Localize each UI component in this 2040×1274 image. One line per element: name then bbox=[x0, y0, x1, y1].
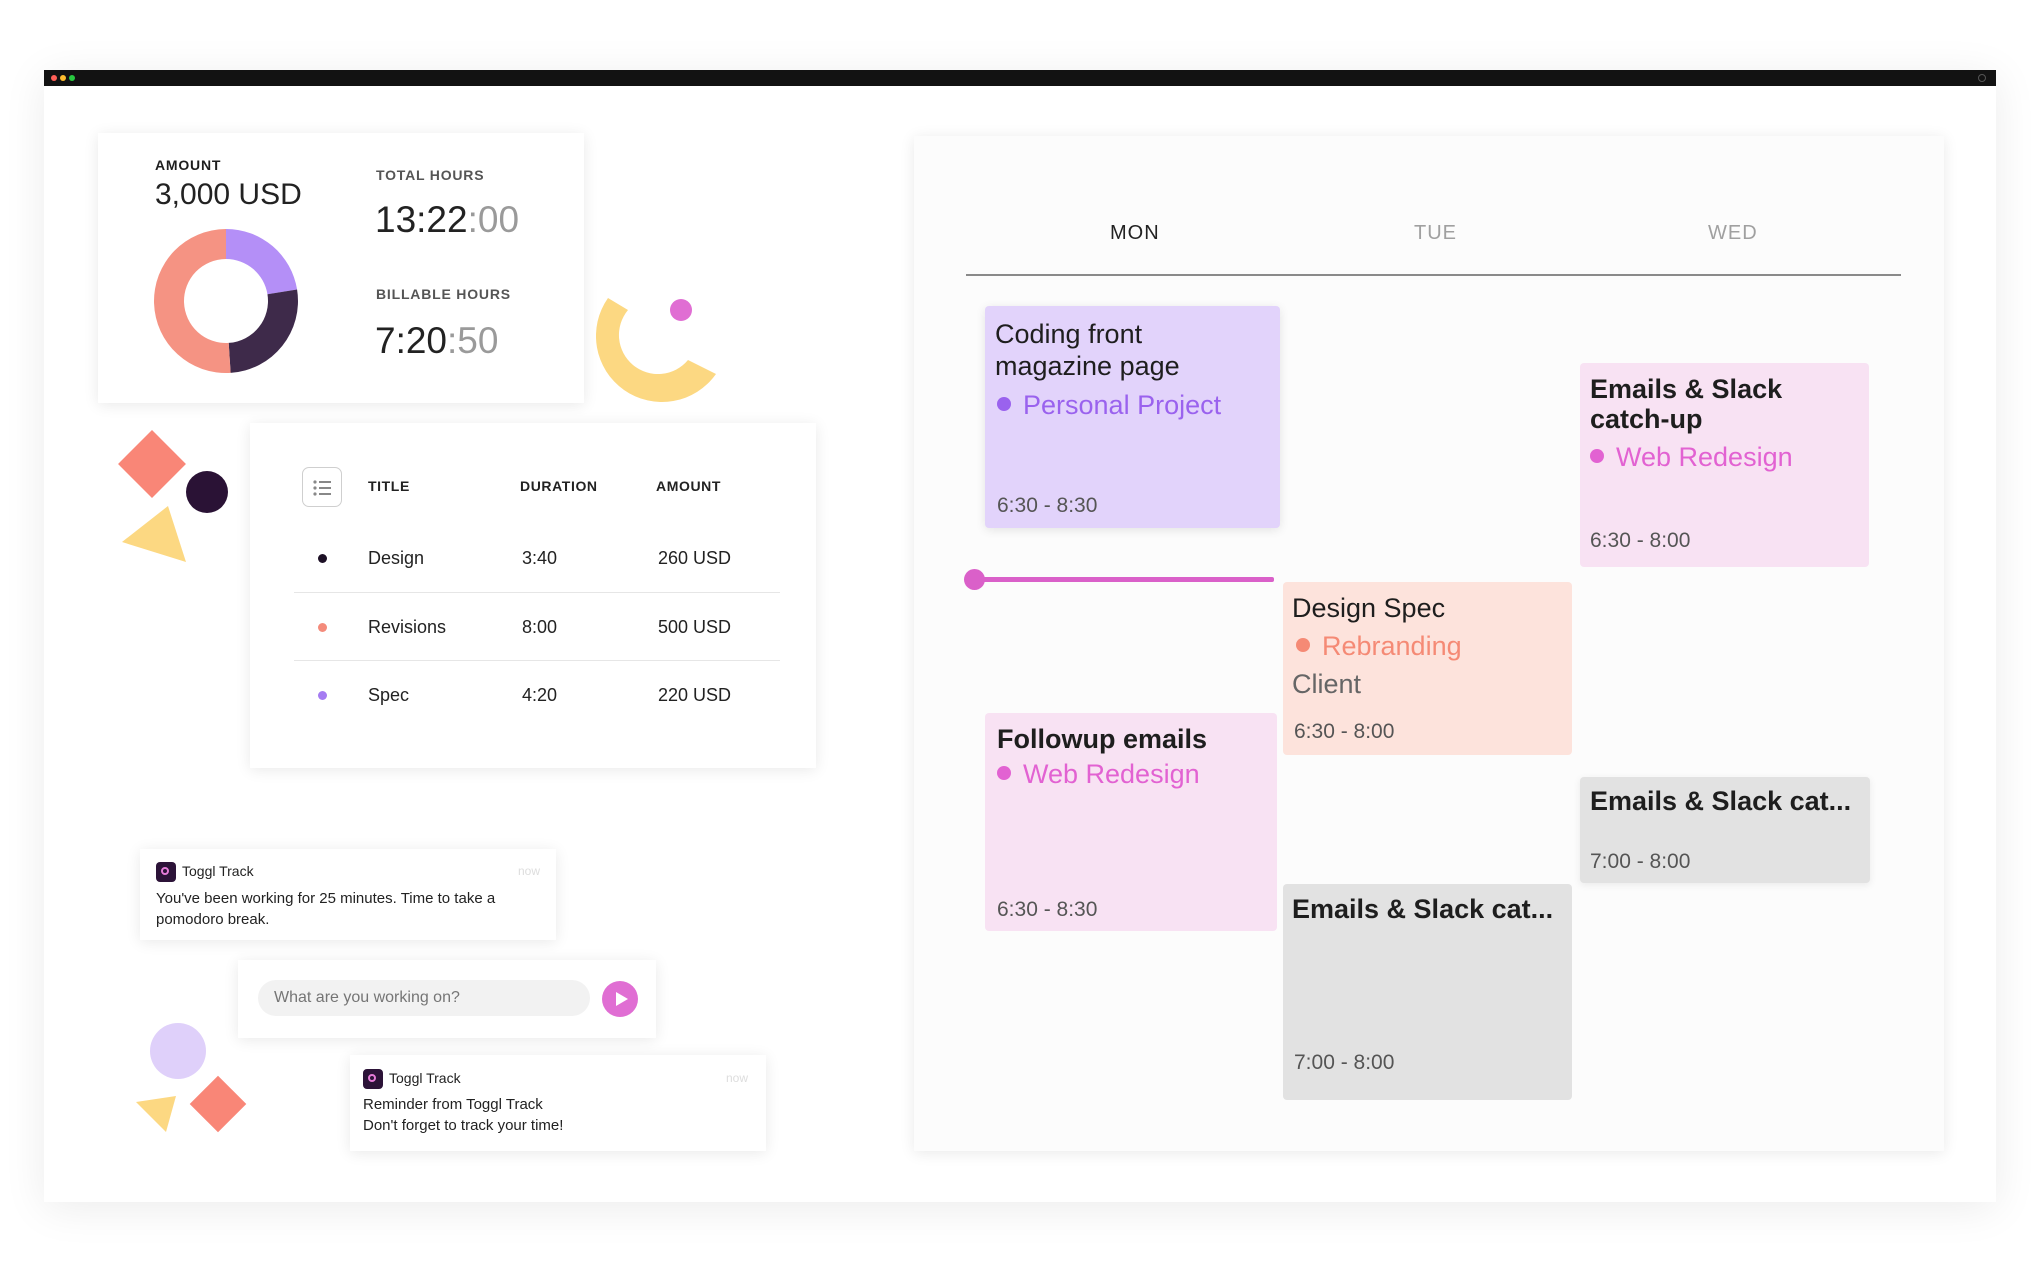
project-color-dot bbox=[997, 766, 1011, 780]
event-title: Emails & Slack cat... bbox=[1590, 785, 1851, 817]
row-duration: 4:20 bbox=[522, 685, 558, 705]
donut-slice-spec bbox=[226, 229, 298, 295]
current-time-handle[interactable] bbox=[964, 569, 985, 590]
notification-line: Reminder from Toggl Track bbox=[363, 1096, 543, 1113]
day-header-tue[interactable]: TUE bbox=[1414, 222, 1457, 245]
event-time: 6:30 - 8:00 bbox=[1590, 529, 1691, 552]
total-hours-value: 13:22:00 bbox=[375, 199, 519, 241]
total-hours-seconds: :00 bbox=[467, 199, 520, 240]
event-project-name: Web Redesign bbox=[1616, 442, 1793, 472]
event-project: Web Redesign bbox=[1590, 442, 1793, 473]
row-color-dot bbox=[318, 554, 327, 563]
event-project-name: Personal Project bbox=[1023, 390, 1222, 420]
donut-slice-design bbox=[228, 289, 298, 373]
day-header-divider bbox=[966, 274, 1901, 276]
day-header-mon[interactable]: MON bbox=[1110, 222, 1160, 245]
current-time-indicator bbox=[982, 577, 1274, 582]
col-header-title[interactable]: TITLE bbox=[368, 478, 410, 494]
billable-hours-main: 7:20 bbox=[375, 320, 448, 361]
event-title-line: Design Spec bbox=[1292, 593, 1446, 623]
window-titlebar bbox=[44, 70, 1996, 86]
toggl-app-icon bbox=[363, 1069, 383, 1089]
amount-label: AMOUNT bbox=[155, 157, 222, 173]
billable-hours-seconds: :50 bbox=[447, 320, 499, 361]
event-project: Personal Project bbox=[997, 390, 1221, 421]
event-title-line: Followup emails bbox=[997, 724, 1208, 754]
event-project-name: Rebranding bbox=[1322, 631, 1462, 661]
donut-slice-revisions bbox=[153, 229, 231, 373]
event-time: 6:30 - 8:30 bbox=[997, 494, 1098, 517]
event-title: Emails & Slack cat... bbox=[1292, 893, 1553, 925]
event-title-line: Emails & Slack bbox=[1590, 374, 1783, 404]
window-menu-icon[interactable] bbox=[1978, 74, 1986, 82]
event-time: 6:30 - 8:30 bbox=[997, 898, 1098, 921]
project-color-dot bbox=[1296, 638, 1310, 652]
event-title-line: Coding front bbox=[995, 319, 1143, 349]
notification-line: pomodoro break. bbox=[156, 911, 270, 928]
col-header-duration[interactable]: DURATION bbox=[520, 478, 598, 494]
notification-time: now bbox=[726, 1071, 749, 1085]
event-title: Design Spec bbox=[1292, 592, 1445, 624]
amount-donut-chart bbox=[153, 229, 298, 373]
decor-pink-dot bbox=[670, 299, 692, 321]
close-window-dot[interactable] bbox=[51, 75, 57, 81]
event-project: Web Redesign bbox=[997, 759, 1200, 790]
row-title: Design bbox=[368, 548, 425, 568]
decor-dark-circle bbox=[186, 471, 228, 513]
notification-line: You've been working for 25 minutes. Time… bbox=[156, 890, 496, 907]
decor-yellow-triangle bbox=[122, 506, 186, 562]
play-icon bbox=[616, 992, 628, 1006]
event-time: 7:00 - 8:00 bbox=[1590, 850, 1691, 873]
event-time: 7:00 - 8:00 bbox=[1294, 1051, 1395, 1074]
day-header-wed[interactable]: WED bbox=[1708, 222, 1758, 245]
row-title: Spec bbox=[368, 685, 410, 705]
event-project-name: Web Redesign bbox=[1023, 759, 1200, 789]
notification-app-name: Toggl Track bbox=[182, 863, 254, 879]
row-amount: 220 USD bbox=[658, 685, 732, 705]
event-title: Emails & Slack catch-up bbox=[1590, 374, 1782, 434]
event-title: Coding front magazine page bbox=[995, 318, 1180, 382]
event-title-line: catch-up bbox=[1590, 404, 1703, 434]
notification-message: You've been working for 25 minutes. Time… bbox=[156, 888, 495, 930]
event-client: Client bbox=[1292, 669, 1362, 699]
total-hours-label: TOTAL HOURS bbox=[376, 167, 485, 183]
notification-line: Don't forget to track your time! bbox=[363, 1117, 564, 1134]
minimize-window-dot[interactable] bbox=[60, 75, 66, 81]
decor-crescent bbox=[596, 298, 716, 402]
decor-yellow-triangle-small bbox=[136, 1096, 176, 1132]
row-color-dot bbox=[318, 691, 327, 700]
toggl-app-icon bbox=[156, 862, 176, 882]
billable-hours-label: BILLABLE HOURS bbox=[376, 286, 511, 302]
notification-time: now bbox=[518, 864, 541, 878]
decor-lavender-circle bbox=[150, 1023, 206, 1079]
event-title-line: Emails & Slack cat... bbox=[1590, 786, 1852, 816]
event-project: Rebranding bbox=[1296, 631, 1462, 662]
notification-message: Reminder from Toggl Track Don't forget t… bbox=[363, 1094, 563, 1136]
row-divider bbox=[294, 660, 780, 661]
event-time: 6:30 - 8:00 bbox=[1294, 720, 1395, 743]
row-divider bbox=[294, 592, 780, 593]
total-hours-main: 13:22 bbox=[375, 199, 468, 240]
amount-value: 3,000 USD bbox=[155, 178, 302, 211]
billable-hours-value: 7:20:50 bbox=[375, 320, 498, 362]
row-title: Revisions bbox=[368, 617, 447, 637]
maximize-window-dot[interactable] bbox=[69, 75, 75, 81]
event-title: Followup emails bbox=[997, 723, 1207, 755]
project-color-dot bbox=[1590, 449, 1604, 463]
row-color-dot bbox=[318, 623, 327, 632]
list-icon[interactable] bbox=[302, 467, 342, 507]
project-color-dot bbox=[997, 397, 1011, 411]
row-amount: 500 USD bbox=[658, 617, 732, 637]
timer-description-input[interactable] bbox=[258, 980, 590, 1016]
row-duration: 3:40 bbox=[522, 548, 558, 568]
col-header-amount[interactable]: AMOUNT bbox=[656, 478, 721, 494]
start-timer-button[interactable] bbox=[602, 981, 638, 1017]
row-amount: 260 USD bbox=[658, 548, 732, 568]
notification-app-name: Toggl Track bbox=[389, 1070, 461, 1086]
event-title-line: magazine page bbox=[995, 351, 1180, 381]
row-duration: 8:00 bbox=[522, 617, 558, 637]
event-title-line: Emails & Slack cat... bbox=[1292, 894, 1554, 924]
